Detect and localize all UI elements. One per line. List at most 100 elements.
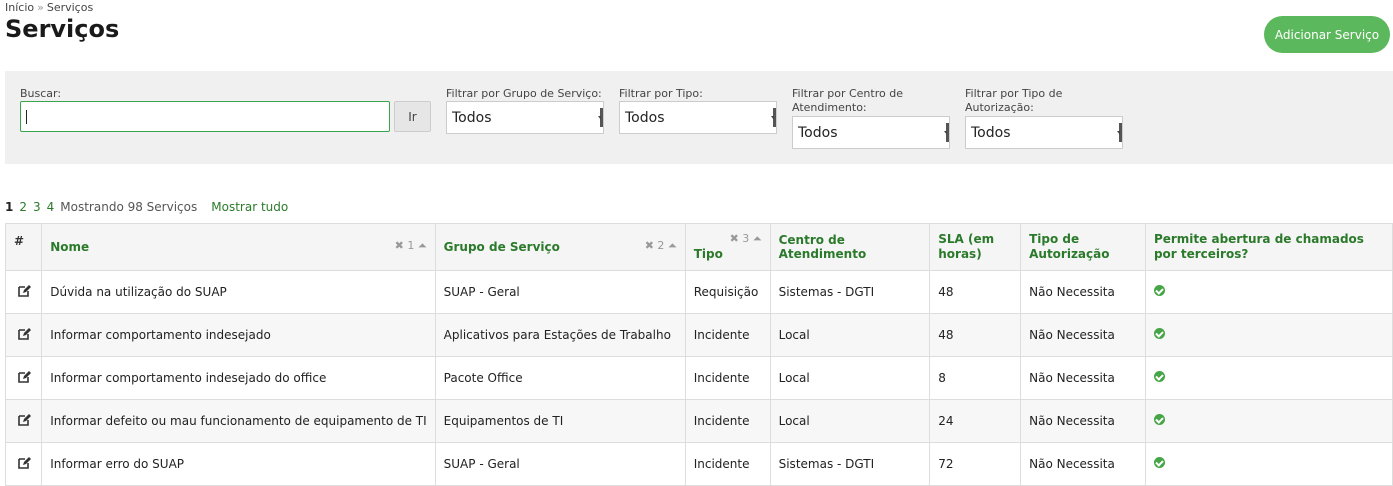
cell-centro: Sistemas - DGTI xyxy=(769,270,931,314)
column-header-nome[interactable]: Nome ✖ 1 ⏶ xyxy=(41,223,436,271)
cell-autorizacao: Não Necessita xyxy=(1020,356,1146,400)
column-header-grupo[interactable]: Grupo de Serviço ✖ 2 ⏶ xyxy=(434,223,686,271)
breadcrumb-current: Serviços xyxy=(46,1,94,14)
services-table: # Nome ✖ 1 ⏶ Grupo de Serviço ✖ 2 ⏶ ✖ 3 ⏶ T… xyxy=(4,223,1393,486)
table-header-row: # Nome ✖ 1 ⏶ Grupo de Serviço ✖ 2 ⏶ ✖ 3 ⏶ T… xyxy=(4,223,1393,271)
edit-icon[interactable] xyxy=(17,284,31,301)
table-row: Informar comportamento indesejado do off… xyxy=(4,356,1393,400)
auth-filter-select[interactable]: Todos xyxy=(965,116,1123,149)
auth-filter-value: Todos xyxy=(971,125,1011,141)
type-filter-label: Filtrar por Tipo: xyxy=(619,87,703,100)
pagination: 1 2 3 4 Mostrando 98 Serviços Mostrar tudo xyxy=(5,200,294,214)
column-header-terceiros[interactable]: Permite abertura de chamados por terceir… xyxy=(1144,223,1393,271)
cell-sla: 8 xyxy=(929,356,1022,400)
sort-controls-grupo[interactable]: ✖ 2 ⏶ xyxy=(645,239,677,253)
type-filter-select[interactable]: Todos xyxy=(619,101,777,134)
cell-nome: Dúvida na utilização do SUAP xyxy=(41,270,436,314)
cell-tipo: Incidente xyxy=(684,442,771,486)
check-circle-icon xyxy=(1153,285,1165,296)
edit-icon[interactable] xyxy=(17,456,31,473)
center-filter-select[interactable]: Todos xyxy=(792,116,950,149)
cell-grupo: Pacote Office xyxy=(434,356,686,400)
results-count: Mostrando 98 Serviços xyxy=(60,200,198,214)
cell-nome: Informar comportamento indesejado do off… xyxy=(41,356,436,400)
column-header-nome-label: Nome xyxy=(50,240,90,254)
cell-tipo: Requisição xyxy=(684,270,771,314)
auth-filter-label: Filtrar por Tipo de Autorização: xyxy=(965,87,1063,114)
breadcrumb: Início» Serviços xyxy=(5,1,93,14)
check-circle-icon xyxy=(1153,414,1165,425)
dropdown-arrow-icon xyxy=(597,108,603,127)
cell-terceiros xyxy=(1144,356,1393,400)
edit-cell xyxy=(4,270,43,314)
column-header-sla[interactable]: SLA (em horas) xyxy=(929,223,1022,271)
breadcrumb-separator: » xyxy=(37,1,44,14)
cell-terceiros xyxy=(1144,442,1393,486)
check-circle-icon xyxy=(1153,371,1165,382)
dropdown-arrow-icon xyxy=(1116,123,1122,142)
center-filter-value: Todos xyxy=(798,125,838,141)
cell-centro: Sistemas - DGTI xyxy=(769,442,931,486)
search-input[interactable] xyxy=(20,101,390,132)
cell-centro: Local xyxy=(769,356,931,400)
cell-centro: Local xyxy=(769,399,931,443)
page-4-link[interactable]: 4 xyxy=(47,200,55,214)
cell-autorizacao: Não Necessita xyxy=(1020,270,1146,314)
edit-cell xyxy=(4,313,43,357)
show-all-link[interactable]: Mostrar tudo xyxy=(211,200,288,214)
table-row: Informar comportamento indesejado Aplicat… xyxy=(4,313,1393,357)
cell-tipo: Incidente xyxy=(684,313,771,357)
cell-sla: 48 xyxy=(929,270,1022,314)
group-filter-label: Filtrar por Grupo de Serviço: xyxy=(446,87,602,100)
search-go-button[interactable]: Ir xyxy=(394,101,431,132)
text-cursor xyxy=(26,110,27,124)
column-header-tipo[interactable]: ✖ 3 ⏶ Tipo xyxy=(684,223,771,271)
cell-terceiros xyxy=(1144,313,1393,357)
column-header-centro[interactable]: Centro de Atendimento xyxy=(769,223,931,271)
cell-grupo: Aplicativos para Estações de Trabalho xyxy=(434,313,686,357)
cell-centro: Local xyxy=(769,313,931,357)
cell-sla: 48 xyxy=(929,313,1022,357)
edit-cell xyxy=(4,442,43,486)
cell-tipo: Incidente xyxy=(684,356,771,400)
page-1: 1 xyxy=(5,200,14,214)
edit-icon[interactable] xyxy=(17,370,31,387)
cell-terceiros xyxy=(1144,399,1393,443)
cell-autorizacao: Não Necessita xyxy=(1020,442,1146,486)
check-circle-icon xyxy=(1153,328,1165,339)
edit-cell xyxy=(4,356,43,400)
cell-grupo: SUAP - Geral xyxy=(434,442,686,486)
cell-grupo: Equipamentos de TI xyxy=(434,399,686,443)
cell-sla: 24 xyxy=(929,399,1022,443)
cell-nome: Informar comportamento indesejado xyxy=(41,313,436,357)
column-header-grupo-label: Grupo de Serviço xyxy=(443,240,560,254)
sort-controls-nome[interactable]: ✖ 1 ⏶ xyxy=(395,239,427,253)
center-filter-label: Filtrar por Centro de Atendimento: xyxy=(792,87,903,114)
cell-grupo: SUAP - Geral xyxy=(434,270,686,314)
edit-cell xyxy=(4,399,43,443)
column-header-terceiros-label: Permite abertura de chamados por terceir… xyxy=(1153,232,1364,261)
breadcrumb-home-link[interactable]: Início xyxy=(5,1,34,14)
cell-tipo: Incidente xyxy=(684,399,771,443)
column-header-autorizacao[interactable]: Tipo de Autorização xyxy=(1020,223,1146,271)
dropdown-arrow-icon xyxy=(943,123,949,142)
cell-terceiros xyxy=(1144,270,1393,314)
group-filter-select[interactable]: Todos xyxy=(446,101,604,134)
add-service-button[interactable]: Adicionar Serviço xyxy=(1264,16,1390,53)
table-row: Informar erro do SUAP SUAP - Geral Inciden… xyxy=(4,442,1393,486)
page-2-link[interactable]: 2 xyxy=(19,200,27,214)
table-row: Informar defeito ou mau funcionamento de… xyxy=(4,399,1393,443)
edit-icon[interactable] xyxy=(17,413,31,430)
type-filter-value: Todos xyxy=(625,110,665,126)
page-title: Serviços xyxy=(5,15,120,43)
group-filter-value: Todos xyxy=(452,110,492,126)
dropdown-arrow-icon xyxy=(770,108,776,127)
search-label: Buscar: xyxy=(20,87,62,100)
edit-icon[interactable] xyxy=(17,327,31,344)
column-header-tipo-label: Tipo xyxy=(693,247,723,261)
filter-bar: Buscar: Ir Filtrar por Grupo de Serviço:… xyxy=(5,71,1393,164)
page-3-link[interactable]: 3 xyxy=(33,200,41,214)
cell-sla: 72 xyxy=(929,442,1022,486)
sort-controls-tipo[interactable]: ✖ 3 ⏶ xyxy=(730,232,762,246)
table-row: Dúvida na utilização do SUAP SUAP - Geral… xyxy=(4,270,1393,314)
